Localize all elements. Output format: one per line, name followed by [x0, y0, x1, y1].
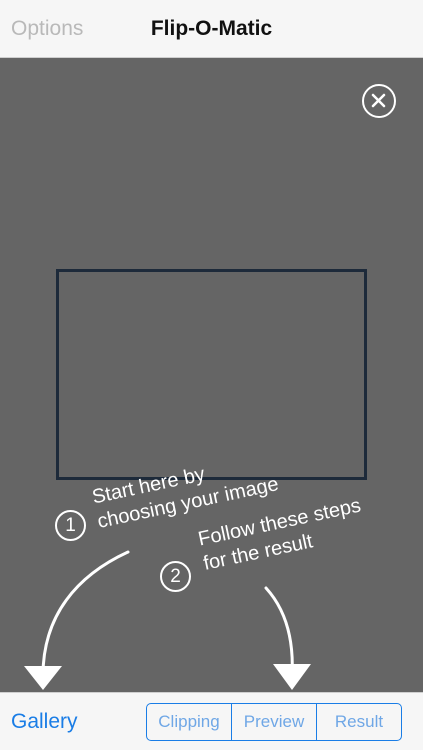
- segment-preview[interactable]: Preview: [232, 704, 317, 740]
- close-button[interactable]: [362, 84, 396, 118]
- clipping-frame[interactable]: [56, 269, 367, 480]
- step-2-badge: 2: [160, 561, 191, 592]
- close-icon: [371, 93, 386, 108]
- navigation-bar: Options Flip-O-Matic: [0, 0, 423, 58]
- bottom-toolbar: Gallery Clipping Preview Result: [0, 692, 423, 750]
- step-segmented-control: Clipping Preview Result: [146, 703, 402, 741]
- segment-clipping[interactable]: Clipping: [147, 704, 232, 740]
- step-1-badge: 1: [55, 510, 86, 541]
- gallery-button[interactable]: Gallery: [11, 710, 78, 734]
- segment-result[interactable]: Result: [317, 704, 401, 740]
- page-title: Flip-O-Matic: [150, 17, 273, 40]
